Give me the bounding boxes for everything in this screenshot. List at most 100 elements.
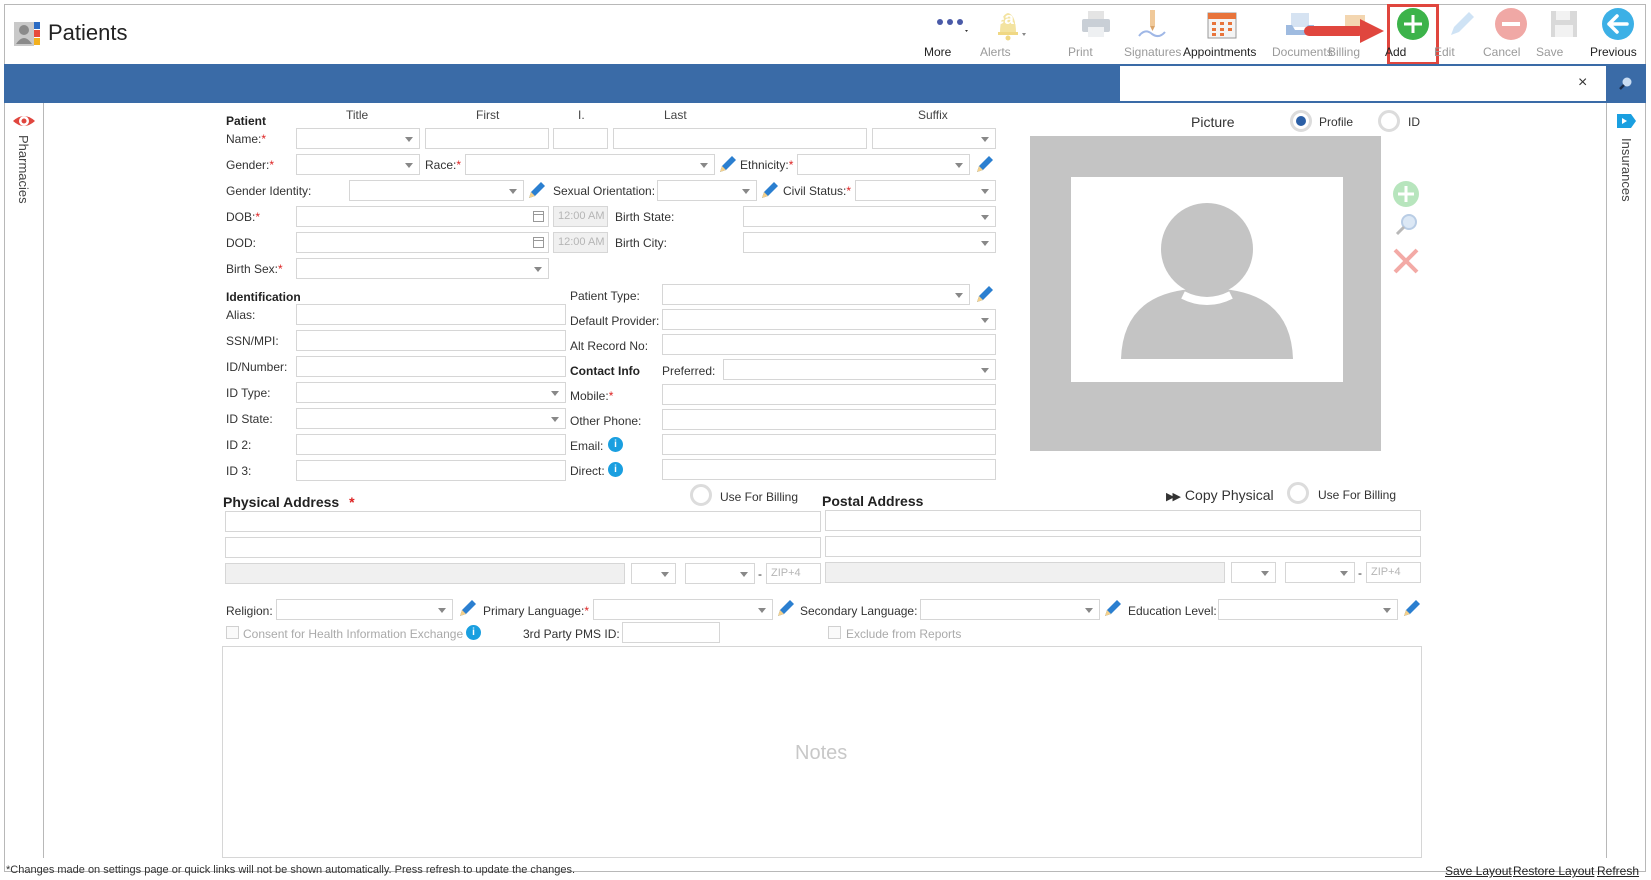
secondary-language-edit-pencil-icon[interactable]: [1103, 598, 1123, 618]
add-picture-button[interactable]: [1392, 180, 1420, 211]
id-type-select[interactable]: [296, 382, 566, 403]
mobile-input[interactable]: [662, 384, 996, 405]
mobile-label: Mobile:: [570, 389, 613, 403]
ssn-label: SSN/MPI:: [226, 334, 279, 348]
postal-zip4-input[interactable]: ZIP+4: [1366, 562, 1421, 583]
patient-type-edit-pencil-icon[interactable]: [975, 284, 995, 304]
postal-zip-select[interactable]: [1285, 562, 1355, 583]
physical-address-line1[interactable]: [225, 511, 821, 532]
save-layout-link[interactable]: Save Layout: [1445, 864, 1512, 878]
email-input[interactable]: [662, 434, 996, 455]
exclude-reports-checkbox[interactable]: [828, 626, 841, 639]
physical-use-for-billing-radio[interactable]: [690, 484, 712, 506]
more-button[interactable]: More: [924, 6, 980, 64]
birth-city-label: Birth City:: [615, 236, 668, 250]
gender-select[interactable]: [296, 154, 420, 175]
physical-address-line2[interactable]: [225, 537, 821, 558]
ethnicity-select[interactable]: [797, 154, 970, 175]
id2-input[interactable]: [296, 434, 566, 455]
dob-date-input[interactable]: [296, 206, 549, 227]
pharmacies-side-tab[interactable]: Pharmacies: [4, 103, 44, 858]
consent-checkbox[interactable]: [226, 626, 239, 639]
postal-state-select[interactable]: [1231, 562, 1276, 583]
physical-zip-select[interactable]: [685, 563, 755, 584]
title-select[interactable]: [296, 128, 420, 149]
copy-physical-button[interactable]: ▶▶ Copy Physical: [1166, 487, 1274, 503]
search-input[interactable]: [1120, 66, 1606, 101]
middle-initial-input[interactable]: [553, 128, 608, 149]
sexual-orientation-select[interactable]: [657, 180, 757, 201]
alias-input[interactable]: [296, 304, 566, 325]
secondary-language-select[interactable]: [920, 599, 1100, 620]
cancel-button[interactable]: Cancel: [1483, 6, 1539, 64]
physical-state-select[interactable]: [631, 563, 676, 584]
profile-radio[interactable]: [1290, 110, 1312, 132]
last-name-input[interactable]: [613, 128, 867, 149]
default-provider-select[interactable]: [662, 309, 996, 330]
pms-id-input[interactable]: [622, 622, 720, 643]
remove-picture-button[interactable]: [1392, 247, 1420, 278]
postal-address-line2[interactable]: [825, 536, 1421, 557]
primary-language-select[interactable]: [593, 599, 773, 620]
other-phone-input[interactable]: [662, 409, 996, 430]
ssn-input[interactable]: [296, 330, 566, 351]
race-edit-pencil-icon[interactable]: [718, 154, 738, 174]
religion-edit-pencil-icon[interactable]: [458, 598, 478, 618]
id-radio[interactable]: [1378, 110, 1400, 132]
suffix-select[interactable]: [872, 128, 996, 149]
appointments-button[interactable]: Appointments: [1183, 6, 1261, 64]
race-select[interactable]: [465, 154, 715, 175]
education-level-select[interactable]: [1218, 599, 1398, 620]
physical-zip4-input[interactable]: ZIP+4: [766, 563, 821, 584]
search-clear-button[interactable]: ×: [1578, 74, 1587, 92]
dod-time-input[interactable]: 12:00 AM: [553, 232, 608, 253]
alt-record-input[interactable]: [662, 334, 996, 355]
profile-picture[interactable]: [1071, 177, 1343, 382]
dob-time-input[interactable]: 12:00 AM: [553, 206, 608, 227]
add-button[interactable]: Add: [1385, 6, 1441, 64]
email-info-icon[interactable]: i: [608, 437, 623, 452]
id-state-select[interactable]: [296, 408, 566, 429]
primary-language-edit-pencil-icon[interactable]: [776, 598, 796, 618]
signature-pen-icon: [1134, 6, 1170, 42]
refresh-link[interactable]: Refresh: [1597, 864, 1639, 878]
direct-info-icon[interactable]: i: [608, 462, 623, 477]
postal-use-for-billing-radio[interactable]: [1287, 482, 1309, 504]
secondary-language-label: Secondary Language:: [800, 604, 918, 618]
restore-layout-link[interactable]: Restore Layout: [1513, 864, 1594, 878]
birth-state-label: Birth State:: [615, 210, 675, 224]
ethnicity-edit-pencil-icon[interactable]: [975, 154, 995, 174]
dod-date-input[interactable]: [296, 232, 549, 253]
postal-address-line1[interactable]: [825, 510, 1421, 531]
save-button[interactable]: Save: [1536, 6, 1592, 64]
gender-identity-select[interactable]: [349, 180, 524, 201]
signatures-button[interactable]: Signatures: [1124, 6, 1181, 64]
postal-use-for-billing-label: Use For Billing: [1318, 488, 1397, 502]
print-button[interactable]: Print: [1068, 6, 1124, 64]
id3-input[interactable]: [296, 460, 566, 481]
first-name-input[interactable]: [425, 128, 549, 149]
insurances-side-tab[interactable]: Insurances: [1606, 103, 1646, 858]
religion-select[interactable]: [276, 599, 453, 620]
civil-status-label: Civil Status:: [783, 184, 851, 198]
birth-state-select[interactable]: [743, 206, 996, 227]
direct-input[interactable]: [662, 459, 996, 480]
search-button[interactable]: [1608, 66, 1642, 101]
previous-button[interactable]: Previous: [1590, 6, 1646, 64]
patient-type-select[interactable]: [662, 284, 970, 305]
id-type-label: ID Type:: [226, 386, 271, 400]
birth-sex-select[interactable]: [296, 258, 549, 279]
edit-button[interactable]: Edit: [1434, 6, 1490, 64]
birth-city-select[interactable]: [743, 232, 996, 253]
consent-info-icon[interactable]: i: [466, 625, 481, 640]
postal-city-input[interactable]: [825, 562, 1225, 583]
id-number-input[interactable]: [296, 356, 566, 377]
preferred-contact-select[interactable]: [723, 359, 996, 380]
education-level-edit-pencil-icon[interactable]: [1402, 598, 1422, 618]
civil-status-select[interactable]: [855, 180, 996, 201]
zoom-picture-button[interactable]: [1394, 212, 1420, 241]
sexual-orientation-edit-pencil-icon[interactable]: [760, 180, 780, 200]
consent-label: Consent for Health Information Exchange: [243, 627, 464, 641]
physical-city-input[interactable]: [225, 563, 625, 584]
gender-identity-edit-pencil-icon[interactable]: [527, 180, 547, 200]
